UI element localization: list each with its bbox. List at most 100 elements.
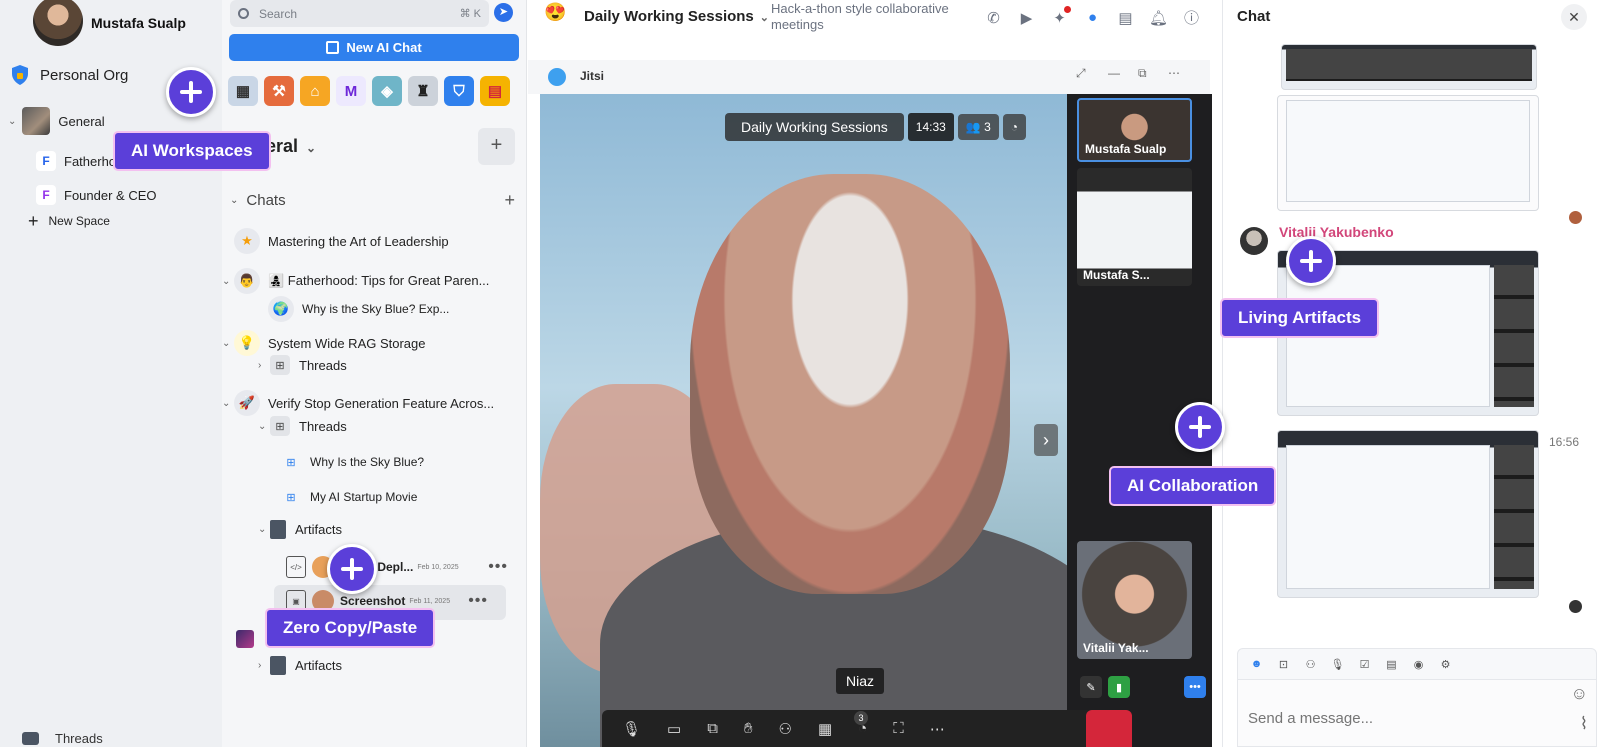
screen-share-tile[interactable]: Mustafa S... — [1077, 168, 1192, 286]
space-item-fatherhood[interactable]: F Fatherho — [36, 150, 116, 172]
phone-icon[interactable]: ✆ — [982, 6, 1005, 29]
participant-tile[interactable]: Mustafa Sualp — [1077, 98, 1192, 162]
participants-badge[interactable]: 👥 3 — [957, 114, 999, 140]
pin-icon[interactable]: ✎ — [1080, 676, 1102, 698]
screen-capture-icon[interactable]: ⊡ — [1275, 656, 1292, 673]
chat-item-sky-blue-exp[interactable]: 🌍 Why is the Sky Blue? Exp... — [268, 296, 449, 322]
map-app-icon[interactable]: ◈ — [372, 76, 402, 106]
artifact-date: Feb 11, 2025 — [409, 597, 451, 605]
minimize-icon[interactable]: — — [1108, 66, 1120, 80]
chat-item-mastering[interactable]: ★ Mastering the Art of Leadership — [234, 228, 449, 254]
threads-group-b[interactable]: ⌄ ⊞ Threads — [258, 416, 347, 436]
popout-icon[interactable]: ⧉ — [1138, 66, 1147, 81]
meeting-subtitle: Hack-a-thon style collaborative meetings — [771, 1, 949, 32]
raise-hand-icon[interactable]: ✋︎ — [744, 720, 753, 737]
tile-controls: ✎ ▮ ••• — [1080, 676, 1206, 698]
artifacts-label: Artifacts — [295, 658, 342, 673]
tools-app-icon[interactable]: ⚒ — [264, 76, 294, 106]
document-icon[interactable]: ▤ — [1383, 656, 1400, 673]
threads-group-a[interactable]: › ⊞ Threads — [258, 355, 347, 375]
camera-icon[interactable]: ▭ — [667, 720, 681, 738]
speaker-name: Niaz — [836, 668, 885, 694]
user-profile[interactable]: Mustafa Sualp — [33, 0, 186, 46]
workspace-general[interactable]: ⌄ General — [8, 107, 105, 135]
more-icon[interactable]: ••• — [468, 592, 488, 610]
message-input[interactable] — [1248, 710, 1548, 727]
thread-item-startup-movie[interactable]: ⊞ My AI Startup Movie — [281, 487, 417, 507]
space-item-founder-ceo[interactable]: F Founder & CEO — [36, 184, 157, 206]
home-app-icon[interactable]: ⌂ — [300, 76, 330, 106]
thread-item-sky-blue[interactable]: ⊞ Why Is the Sky Blue? — [281, 452, 424, 472]
shield-app-icon[interactable]: ⛉ — [444, 76, 474, 106]
robot-icon[interactable]: ☻ — [1248, 656, 1265, 673]
artifact-item-deploy[interactable]: </> or Depl... Feb 10, 2025 ••• — [286, 556, 508, 578]
chevron-right-icon[interactable]: › — [1034, 424, 1058, 456]
new-ai-chat-button[interactable]: New AI Chat — [229, 34, 519, 61]
dashboard-app-icon[interactable]: ▦ — [228, 76, 258, 106]
m-app-icon[interactable]: M — [336, 76, 366, 106]
screenshot-thumbnail[interactable] — [1277, 430, 1539, 598]
messages-icon[interactable]: ▤ — [1114, 6, 1137, 29]
more-icon[interactable]: ⋯ — [1168, 66, 1180, 80]
checklist-icon[interactable]: ☑ — [1356, 656, 1373, 673]
artifacts-group-a[interactable]: ⌄ Artifacts — [258, 520, 342, 539]
paperclip-icon[interactable]: ⌇ — [1580, 714, 1588, 734]
more-icon[interactable]: ⋯ — [930, 720, 945, 738]
microphone-icon[interactable]: 🎙︎ — [622, 720, 641, 738]
bell-icon[interactable]: 🔔︎ — [1147, 6, 1170, 29]
space-badge: F — [36, 185, 56, 205]
new-ai-chat-label: New AI Chat — [346, 40, 422, 55]
add-button[interactable]: + — [478, 128, 515, 165]
space-thumbnail-row[interactable] — [236, 630, 254, 648]
screen-share-icon[interactable]: ⧉ — [707, 720, 718, 737]
chat-item-rag[interactable]: ⌄ 💡 System Wide RAG Storage — [222, 330, 426, 356]
info-icon[interactable]: ⓘ — [1180, 6, 1203, 29]
person-icon: 👨 — [234, 268, 260, 294]
participant-tile[interactable]: Vitalii Yak... — [1077, 541, 1192, 659]
chat-panel: Chat ✕ Vitalii Yakubenko 16:56 ☻ ⊡ ⚇ 🎙︎ … — [1222, 0, 1600, 747]
space-label: Founder & CEO — [64, 187, 157, 203]
artifact-title: Screenshot — [340, 594, 406, 608]
compass-icon[interactable]: ➤ — [494, 3, 513, 22]
emoji-icon[interactable]: ☺ — [1571, 684, 1588, 704]
workspace-title[interactable]: eral ⌄ — [266, 136, 316, 157]
participants-icon[interactable]: ⚇ — [779, 720, 792, 738]
screenshot-thumbnail[interactable] — [1277, 95, 1539, 211]
add-callout-badge — [1286, 236, 1336, 286]
chevron-down-icon: ⌄ — [222, 275, 231, 287]
video-icon[interactable]: ▶ — [1015, 6, 1038, 29]
call-toolbar: 🎙︎ ▭ ⧉ ✋︎ ⚇ 3 ▦ ◔ ⛶ ⋯ — [602, 710, 1132, 747]
hangup-button[interactable] — [1086, 710, 1132, 747]
artifacts-group-b[interactable]: › Artifacts — [258, 656, 342, 675]
speed-icon[interactable]: ◔ — [1002, 114, 1027, 140]
chats-section-header[interactable]: ⌄ Chats + — [230, 190, 515, 211]
fullscreen-icon[interactable]: ⛶ — [893, 720, 904, 737]
document-icon — [270, 656, 286, 675]
threads-nav[interactable]: Threads — [22, 731, 103, 746]
chat-bubble-icon[interactable]: ● — [1081, 6, 1104, 29]
tile-view-icon[interactable]: ▦ — [818, 720, 832, 738]
pin-icon[interactable]: ✦ — [1048, 6, 1071, 29]
new-space-button[interactable]: + New Space — [28, 212, 110, 230]
chat-item-verify[interactable]: ⌄ 🚀 Verify Stop Generation Feature Acros… — [222, 390, 494, 416]
threads-label: Threads — [299, 418, 347, 434]
chat-item-fatherhood[interactable]: ⌄ 👨 👩‍👧‍👦 Fatherhood: Tips for Great Par… — [222, 268, 489, 294]
gear-icon[interactable]: ⚙ — [1437, 656, 1454, 673]
add-chat-button[interactable]: + — [504, 190, 515, 211]
video-participant — [690, 174, 1010, 594]
more-icon[interactable]: ••• — [488, 558, 508, 576]
video-grid — [1494, 445, 1534, 589]
store-app-icon[interactable]: ▤ — [480, 76, 510, 106]
more-icon[interactable]: ••• — [1184, 676, 1206, 698]
signal-icon[interactable]: ▮ — [1108, 676, 1130, 698]
search-input[interactable]: Search ⌘ K — [230, 0, 489, 27]
microphone-icon[interactable]: 🎙︎ — [1329, 656, 1346, 673]
meeting-title[interactable]: Daily Working Sessions ⌄ — [584, 8, 769, 25]
screenshot-thumbnail[interactable] — [1281, 44, 1537, 90]
record-icon[interactable]: ◉ — [1410, 656, 1427, 673]
search-placeholder: Search — [259, 6, 298, 21]
graduate-app-icon[interactable]: ♜ — [408, 76, 438, 106]
pin-window-icon[interactable]: ⤢ — [1076, 66, 1086, 81]
close-icon[interactable]: ✕ — [1561, 4, 1587, 30]
add-user-icon[interactable]: ⚇ — [1302, 656, 1319, 673]
